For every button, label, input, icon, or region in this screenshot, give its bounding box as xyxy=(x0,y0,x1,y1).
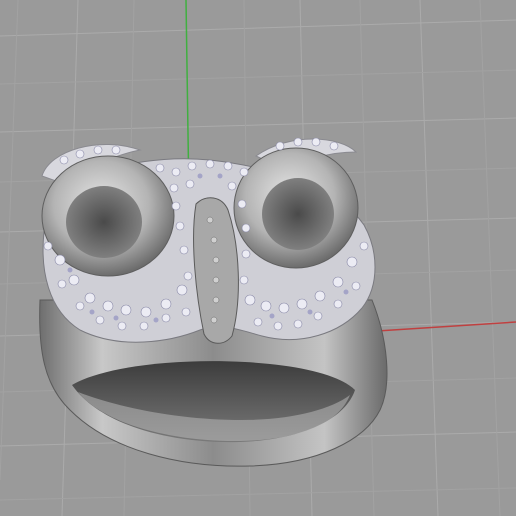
right-eye-hole xyxy=(262,178,334,250)
left-eye-hole xyxy=(66,186,142,258)
owl-ring-model[interactable] xyxy=(39,137,388,467)
viewport-canvas[interactable] xyxy=(0,0,516,516)
3d-viewport[interactable] xyxy=(0,0,516,516)
